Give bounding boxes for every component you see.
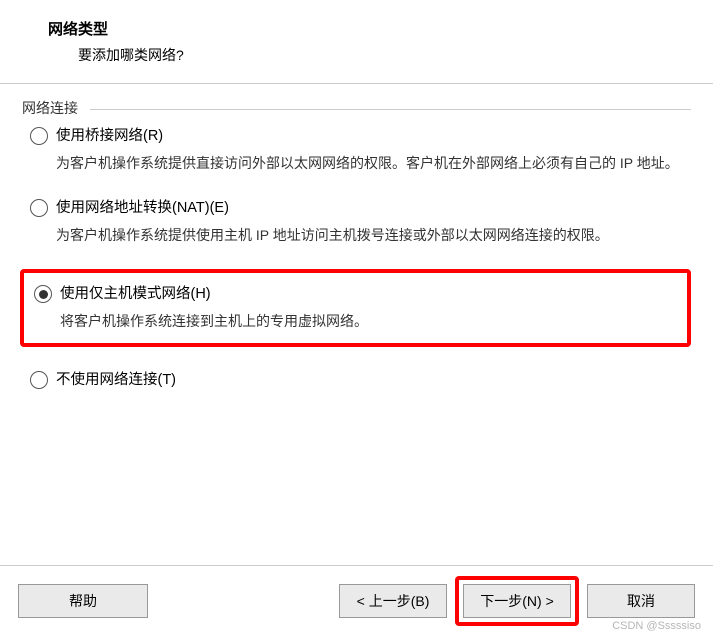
radio-icon (30, 199, 48, 217)
radio-nat-desc: 为客户机操作系统提供使用主机 IP 地址访问主机拨号连接或外部以太网网络连接的权… (56, 219, 693, 247)
radio-hostonly-desc: 将客户机操作系统连接到主机上的专用虚拟网络。 (60, 305, 679, 333)
radio-hostonly[interactable]: 使用仅主机模式网络(H) 将客户机操作系统连接到主机上的专用虚拟网络。 (34, 283, 679, 333)
radio-bridged[interactable]: 使用桥接网络(R) 为客户机操作系统提供直接访问外部以太网网络的权限。客户机在外… (30, 125, 693, 175)
page-title: 网络类型 (48, 18, 713, 39)
radio-content: 使用仅主机模式网络(H) 将客户机操作系统连接到主机上的专用虚拟网络。 (60, 283, 679, 333)
wizard-header: 网络类型 要添加哪类网络? (0, 0, 713, 77)
page-subtitle: 要添加哪类网络? (48, 45, 713, 65)
radio-icon (30, 127, 48, 145)
button-bar: 帮助 < 上一步(B) 下一步(N) > 取消 (0, 565, 713, 636)
back-button[interactable]: < 上一步(B) (339, 584, 447, 618)
highlight-next: 下一步(N) > (455, 576, 579, 626)
radio-content: 不使用网络连接(T) (56, 369, 693, 391)
radio-nat-label: 使用网络地址转换(NAT)(E) (56, 197, 693, 219)
radio-nat[interactable]: 使用网络地址转换(NAT)(E) 为客户机操作系统提供使用主机 IP 地址访问主… (30, 197, 693, 247)
help-button[interactable]: 帮助 (18, 584, 148, 618)
radio-icon (30, 371, 48, 389)
radio-none-label: 不使用网络连接(T) (56, 369, 693, 391)
radio-none[interactable]: 不使用网络连接(T) (30, 369, 693, 391)
cancel-button[interactable]: 取消 (587, 584, 695, 618)
highlight-selected: 使用仅主机模式网络(H) 将客户机操作系统连接到主机上的专用虚拟网络。 (20, 269, 691, 347)
radio-bridged-desc: 为客户机操作系统提供直接访问外部以太网网络的权限。客户机在外部网络上必须有自己的… (56, 147, 693, 175)
radio-content: 使用桥接网络(R) 为客户机操作系统提供直接访问外部以太网网络的权限。客户机在外… (56, 125, 693, 175)
radio-icon-selected (34, 285, 52, 303)
content-area: 网络连接 使用桥接网络(R) 为客户机操作系统提供直接访问外部以太网网络的权限。… (0, 84, 713, 391)
network-radio-group: 使用桥接网络(R) 为客户机操作系统提供直接访问外部以太网网络的权限。客户机在外… (20, 119, 693, 391)
fieldset-line (90, 109, 691, 110)
next-button[interactable]: 下一步(N) > (463, 584, 571, 618)
radio-hostonly-label: 使用仅主机模式网络(H) (60, 283, 679, 305)
fieldset-label: 网络连接 (20, 98, 78, 118)
radio-bridged-label: 使用桥接网络(R) (56, 125, 693, 147)
radio-content: 使用网络地址转换(NAT)(E) 为客户机操作系统提供使用主机 IP 地址访问主… (56, 197, 693, 247)
